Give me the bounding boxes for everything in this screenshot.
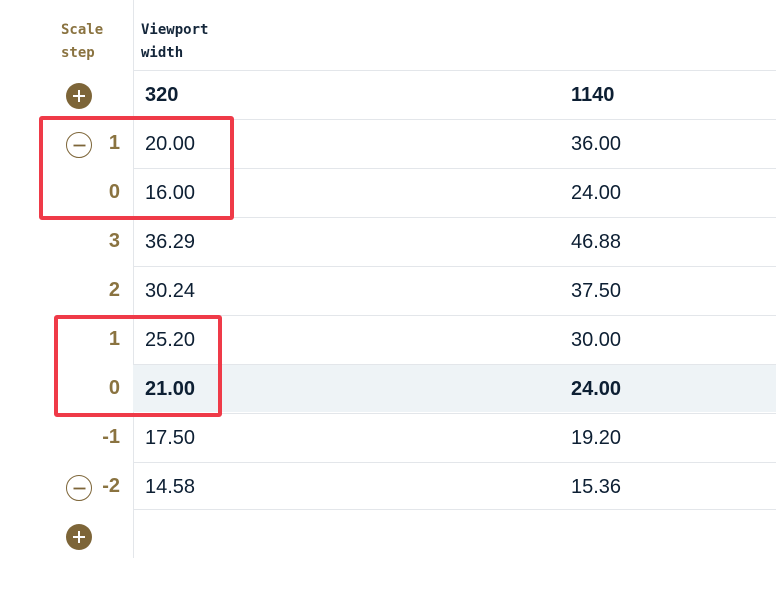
table-row: 36.29 46.88 xyxy=(133,217,776,265)
base-step-row: 21.00 24.00 xyxy=(133,364,776,412)
step-label: -1 xyxy=(102,426,120,448)
add-step-top-button[interactable] xyxy=(66,83,92,109)
viewport-width-row: 320 1140 xyxy=(133,70,776,118)
viewport-width-header-line1: Viewport xyxy=(141,22,209,38)
viewport-width-320[interactable]: 320 xyxy=(145,71,178,119)
table-row: 25.20 30.00 xyxy=(133,315,776,363)
viewport-width-header-line2: width xyxy=(141,45,184,61)
value-320: 14.58 xyxy=(145,476,196,498)
table-row: 14.58 15.36 xyxy=(133,462,776,510)
table-row: 17.50 19.20 xyxy=(133,413,776,461)
step-label: 0 xyxy=(108,377,120,399)
value-1140: 24.00 xyxy=(571,182,622,204)
step-label: 0 xyxy=(108,181,120,203)
type-scale-table: Scale step Viewport width 320 1140 20.00… xyxy=(0,0,776,590)
plus-icon xyxy=(73,90,85,102)
value-320: 25.20 xyxy=(145,329,196,351)
value-1140: 36.00 xyxy=(571,133,622,155)
table-row: 16.00 24.00 xyxy=(133,168,776,216)
value-320: 21.00 xyxy=(145,378,196,400)
value-320: 17.50 xyxy=(145,427,196,449)
value-320: 20.00 xyxy=(145,133,196,155)
value-1140: 37.50 xyxy=(571,280,622,302)
value-1140: 46.88 xyxy=(571,231,622,253)
plus-icon xyxy=(73,531,85,543)
value-1140: 30.00 xyxy=(571,329,622,351)
value-320: 36.29 xyxy=(145,231,196,253)
step-label: 1 xyxy=(108,328,120,350)
viewport-width-1140[interactable]: 1140 xyxy=(571,71,614,119)
minus-icon xyxy=(73,487,85,489)
viewport-width-header: Viewport width xyxy=(141,19,261,65)
scale-step-header-line1: Scale xyxy=(61,22,104,38)
value-1140: 24.00 xyxy=(571,378,622,400)
remove-step-upper-button[interactable] xyxy=(66,132,92,158)
add-step-bottom-button[interactable] xyxy=(66,524,92,550)
step-label: -2 xyxy=(102,475,120,497)
step-label: 2 xyxy=(108,279,120,301)
step-label: 1 xyxy=(108,132,120,154)
value-1140: 19.20 xyxy=(571,427,622,449)
scale-step-header-line2: step xyxy=(61,45,95,61)
value-320: 16.00 xyxy=(145,182,196,204)
table-row: 20.00 36.00 xyxy=(133,119,776,167)
step-label: 3 xyxy=(108,230,120,252)
table-row: 30.24 37.50 xyxy=(133,266,776,314)
scale-step-header: Scale step xyxy=(61,19,131,65)
remove-step-lower-button[interactable] xyxy=(66,475,92,501)
minus-icon xyxy=(73,144,85,146)
value-1140: 15.36 xyxy=(571,476,622,498)
value-320: 30.24 xyxy=(145,280,196,302)
